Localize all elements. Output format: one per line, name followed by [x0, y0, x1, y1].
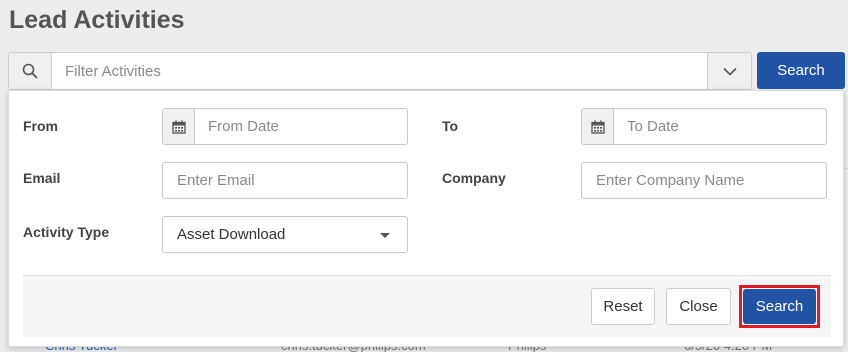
- filter-panel: From To Em: [8, 90, 844, 347]
- email-label: Email: [23, 170, 61, 186]
- activity-type-select[interactable]: Asset Download: [162, 216, 408, 253]
- chevron-down-icon: [722, 67, 737, 76]
- activity-type-label: Activity Type: [23, 224, 110, 240]
- close-button[interactable]: Close: [666, 288, 731, 325]
- filter-toggle-button[interactable]: [707, 53, 751, 89]
- to-label: To: [442, 118, 459, 134]
- filter-search-bar: [8, 52, 752, 90]
- from-date-input[interactable]: [195, 109, 407, 144]
- activity-type-value: Asset Download: [177, 226, 286, 243]
- to-date-input[interactable]: [614, 109, 826, 144]
- search-icon: [9, 53, 52, 89]
- page-title: Lead Activities: [9, 6, 185, 34]
- calendar-icon[interactable]: [163, 109, 195, 144]
- from-label: From: [23, 118, 58, 134]
- to-date-field[interactable]: [581, 108, 827, 145]
- from-date-field[interactable]: [162, 108, 408, 145]
- top-search-button[interactable]: Search: [757, 52, 845, 89]
- filter-search-button[interactable]: Search: [743, 289, 816, 324]
- caret-down-icon: [380, 233, 390, 238]
- filter-activities-input[interactable]: [52, 53, 707, 89]
- filter-footer: Reset Close Search: [23, 275, 831, 337]
- company-field[interactable]: [581, 162, 827, 199]
- company-label: Company: [442, 170, 506, 186]
- calendar-icon[interactable]: [582, 109, 614, 144]
- reset-button[interactable]: Reset: [591, 288, 655, 325]
- email-field[interactable]: [162, 162, 408, 199]
